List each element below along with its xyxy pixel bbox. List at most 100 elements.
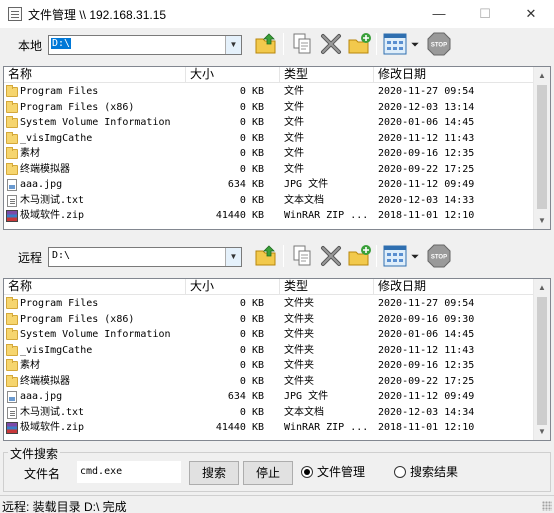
file-size: 0 KB — [239, 117, 264, 128]
zip-icon — [6, 422, 18, 434]
list-item[interactable]: Program Files (x86) 0 KB 文件夹 2020-09-16 09:… — [4, 312, 534, 328]
list-item[interactable]: aaa.jpg 634 KB JPG 文件 2020-11-12 09:49 — [4, 177, 534, 193]
delete-icon[interactable] — [318, 31, 344, 57]
file-type: 文件夹 — [284, 329, 314, 340]
file-date: 2020-11-12 09:49 — [378, 179, 475, 190]
file-size: 0 KB — [239, 406, 264, 418]
view-mode-icon[interactable] — [382, 31, 408, 57]
radio-checked-icon — [301, 466, 313, 478]
folder-icon — [6, 116, 18, 128]
list-item[interactable]: 终端模拟器 0 KB 文件夹 2020-09-22 17:25 — [4, 374, 534, 390]
file-date: 2020-12-03 14:33 — [378, 194, 475, 206]
file-date: 2020-09-16 12:35 — [378, 148, 475, 159]
scroll-thumb[interactable] — [537, 297, 547, 425]
stop-search-button[interactable]: 停止 — [243, 461, 293, 485]
file-date: 2020-01-06 14:45 — [378, 117, 475, 128]
folder-icon — [6, 359, 18, 371]
local-file-list[interactable]: 名称 大小 类型 修改日期 Program Files 0 KB 文件 2020-11… — [3, 66, 551, 230]
file-type: JPG 文件 — [284, 179, 329, 190]
close-button[interactable]: ✕ — [508, 0, 554, 28]
file-size: 634 KB — [227, 391, 264, 402]
delete-icon[interactable] — [318, 243, 344, 269]
minimize-button[interactable]: — — [416, 0, 462, 28]
folder-up-icon[interactable] — [253, 243, 279, 269]
list-item[interactable]: 极域软件.zip 41440 KB WinRAR ZIP ... 2018-11-01… — [4, 420, 534, 436]
view-dropdown-icon[interactable] — [407, 31, 423, 57]
column-header-size[interactable]: 大小 — [186, 279, 280, 295]
list-item[interactable]: Program Files 0 KB 文件夹 2020-11-27 09:54 — [4, 296, 534, 312]
file-date: 2020-11-27 09:54 — [378, 86, 475, 97]
folder-icon — [6, 343, 18, 356]
image-icon — [7, 391, 17, 403]
scroll-down-icon[interactable]: ▼ — [534, 212, 550, 229]
column-header-type[interactable]: 类型 — [280, 279, 374, 295]
list-item[interactable]: 终端模拟器 0 KB 文件 2020-09-22 17:25 — [4, 162, 534, 178]
list-item[interactable]: 木马测试.txt 0 KB 文本文档 2020-12-03 14:34 — [4, 405, 534, 421]
search-button[interactable]: 搜索 — [189, 461, 239, 485]
local-label: 本地 — [18, 39, 43, 53]
scroll-up-icon[interactable]: ▲ — [534, 67, 550, 84]
folder-icon — [6, 328, 18, 340]
scroll-down-icon[interactable]: ▼ — [534, 423, 550, 440]
chevron-down-icon[interactable]: ▼ — [225, 248, 241, 266]
column-header-type[interactable]: 类型 — [280, 67, 374, 83]
maximize-button[interactable]: ☐ — [462, 0, 508, 28]
new-folder-icon[interactable] — [347, 31, 373, 57]
column-header-date[interactable]: 修改日期 — [374, 279, 534, 295]
scroll-up-icon[interactable]: ▲ — [534, 279, 550, 296]
column-header-name[interactable]: 名称 — [4, 279, 186, 295]
new-folder-icon[interactable] — [347, 243, 373, 269]
remote-label: 远程 — [18, 251, 43, 265]
remote-path-row: 远程 D:\ ▼ STOP — [0, 240, 554, 272]
file-type: JPG 文件 — [284, 391, 329, 402]
file-size: 0 KB — [239, 313, 264, 325]
file-type: 文本文档 — [284, 194, 324, 206]
title-bar: 文件管理 \\ 192.168.31.15 — ☐ ✕ — [0, 0, 554, 28]
list-item[interactable]: System Volume Information 0 KB 文件夹 2020-01-… — [4, 327, 534, 343]
copy-icon[interactable] — [289, 31, 315, 57]
list-item[interactable]: Program Files 0 KB 文件 2020-11-27 09:54 — [4, 84, 534, 100]
list-item[interactable]: System Volume Information 0 KB 文件 2020-01-0… — [4, 115, 534, 131]
list-item[interactable]: 素材 0 KB 文件 2020-09-16 12:35 — [4, 146, 534, 162]
filename-input[interactable]: cmd.exe — [77, 461, 181, 483]
file-name: 木马测试.txt — [20, 194, 85, 206]
file-type: 文件 — [284, 132, 304, 144]
file-name: System Volume Information — [20, 329, 171, 340]
list-item[interactable]: 木马测试.txt 0 KB 文本文档 2020-12-03 14:33 — [4, 193, 534, 209]
stop-icon[interactable]: STOP — [426, 243, 452, 269]
local-path-combo[interactable]: D:\ ▼ — [48, 35, 242, 55]
file-search-group: 文件搜索 文件名 cmd.exe 搜索 停止 文件管理 搜索结果 — [3, 445, 551, 492]
radio-file-manager[interactable]: 文件管理 — [301, 464, 365, 480]
file-date: 2020-11-27 09:54 — [378, 298, 475, 309]
list-item[interactable]: _visImgCathe 0 KB 文件夹 2020-11-12 11:43 — [4, 343, 534, 359]
folder-icon — [6, 147, 18, 159]
toolbar-separator — [283, 245, 284, 267]
resize-grip-icon[interactable] — [542, 501, 552, 511]
list-item[interactable]: aaa.jpg 634 KB JPG 文件 2020-11-12 09:49 — [4, 389, 534, 405]
copy-icon[interactable] — [289, 243, 315, 269]
radio-search-results[interactable]: 搜索结果 — [394, 464, 458, 480]
list-item[interactable]: Program Files (x86) 0 KB 文件 2020-12-03 13:1… — [4, 100, 534, 116]
local-scrollbar[interactable]: ▲ ▼ — [533, 67, 550, 229]
column-header-date[interactable]: 修改日期 — [374, 67, 534, 83]
remote-file-list[interactable]: 名称 大小 类型 修改日期 Program Files 0 KB 文件夹 2020-1… — [3, 278, 551, 441]
folder-up-icon[interactable] — [253, 31, 279, 57]
file-date: 2020-12-03 13:14 — [378, 101, 475, 113]
list-item[interactable]: 极域软件.zip 41440 KB WinRAR ZIP ... 2018-11-01… — [4, 208, 534, 224]
chevron-down-icon[interactable]: ▼ — [225, 36, 241, 54]
remote-scrollbar[interactable]: ▲ ▼ — [533, 279, 550, 440]
view-mode-icon[interactable] — [382, 243, 408, 269]
view-dropdown-icon[interactable] — [407, 243, 423, 269]
stop-icon[interactable]: STOP — [426, 31, 452, 57]
column-header-size[interactable]: 大小 — [186, 67, 280, 83]
column-header-name[interactable]: 名称 — [4, 67, 186, 83]
file-size: 41440 KB — [215, 422, 264, 433]
remote-rows: Program Files 0 KB 文件夹 2020-11-27 09:54 Prog… — [4, 296, 534, 436]
list-item[interactable]: _visImgCathe 0 KB 文件 2020-11-12 11:43 — [4, 131, 534, 147]
file-type: WinRAR ZIP ... — [284, 210, 369, 221]
list-item[interactable]: 素材 0 KB 文件夹 2020-09-16 12:35 — [4, 358, 534, 374]
status-bar: 远程: 装载目录 D:\ 完成 — [0, 495, 554, 513]
remote-list-header: 名称 大小 类型 修改日期 — [4, 279, 534, 295]
scroll-thumb[interactable] — [537, 85, 547, 209]
remote-path-combo[interactable]: D:\ ▼ — [48, 247, 242, 267]
